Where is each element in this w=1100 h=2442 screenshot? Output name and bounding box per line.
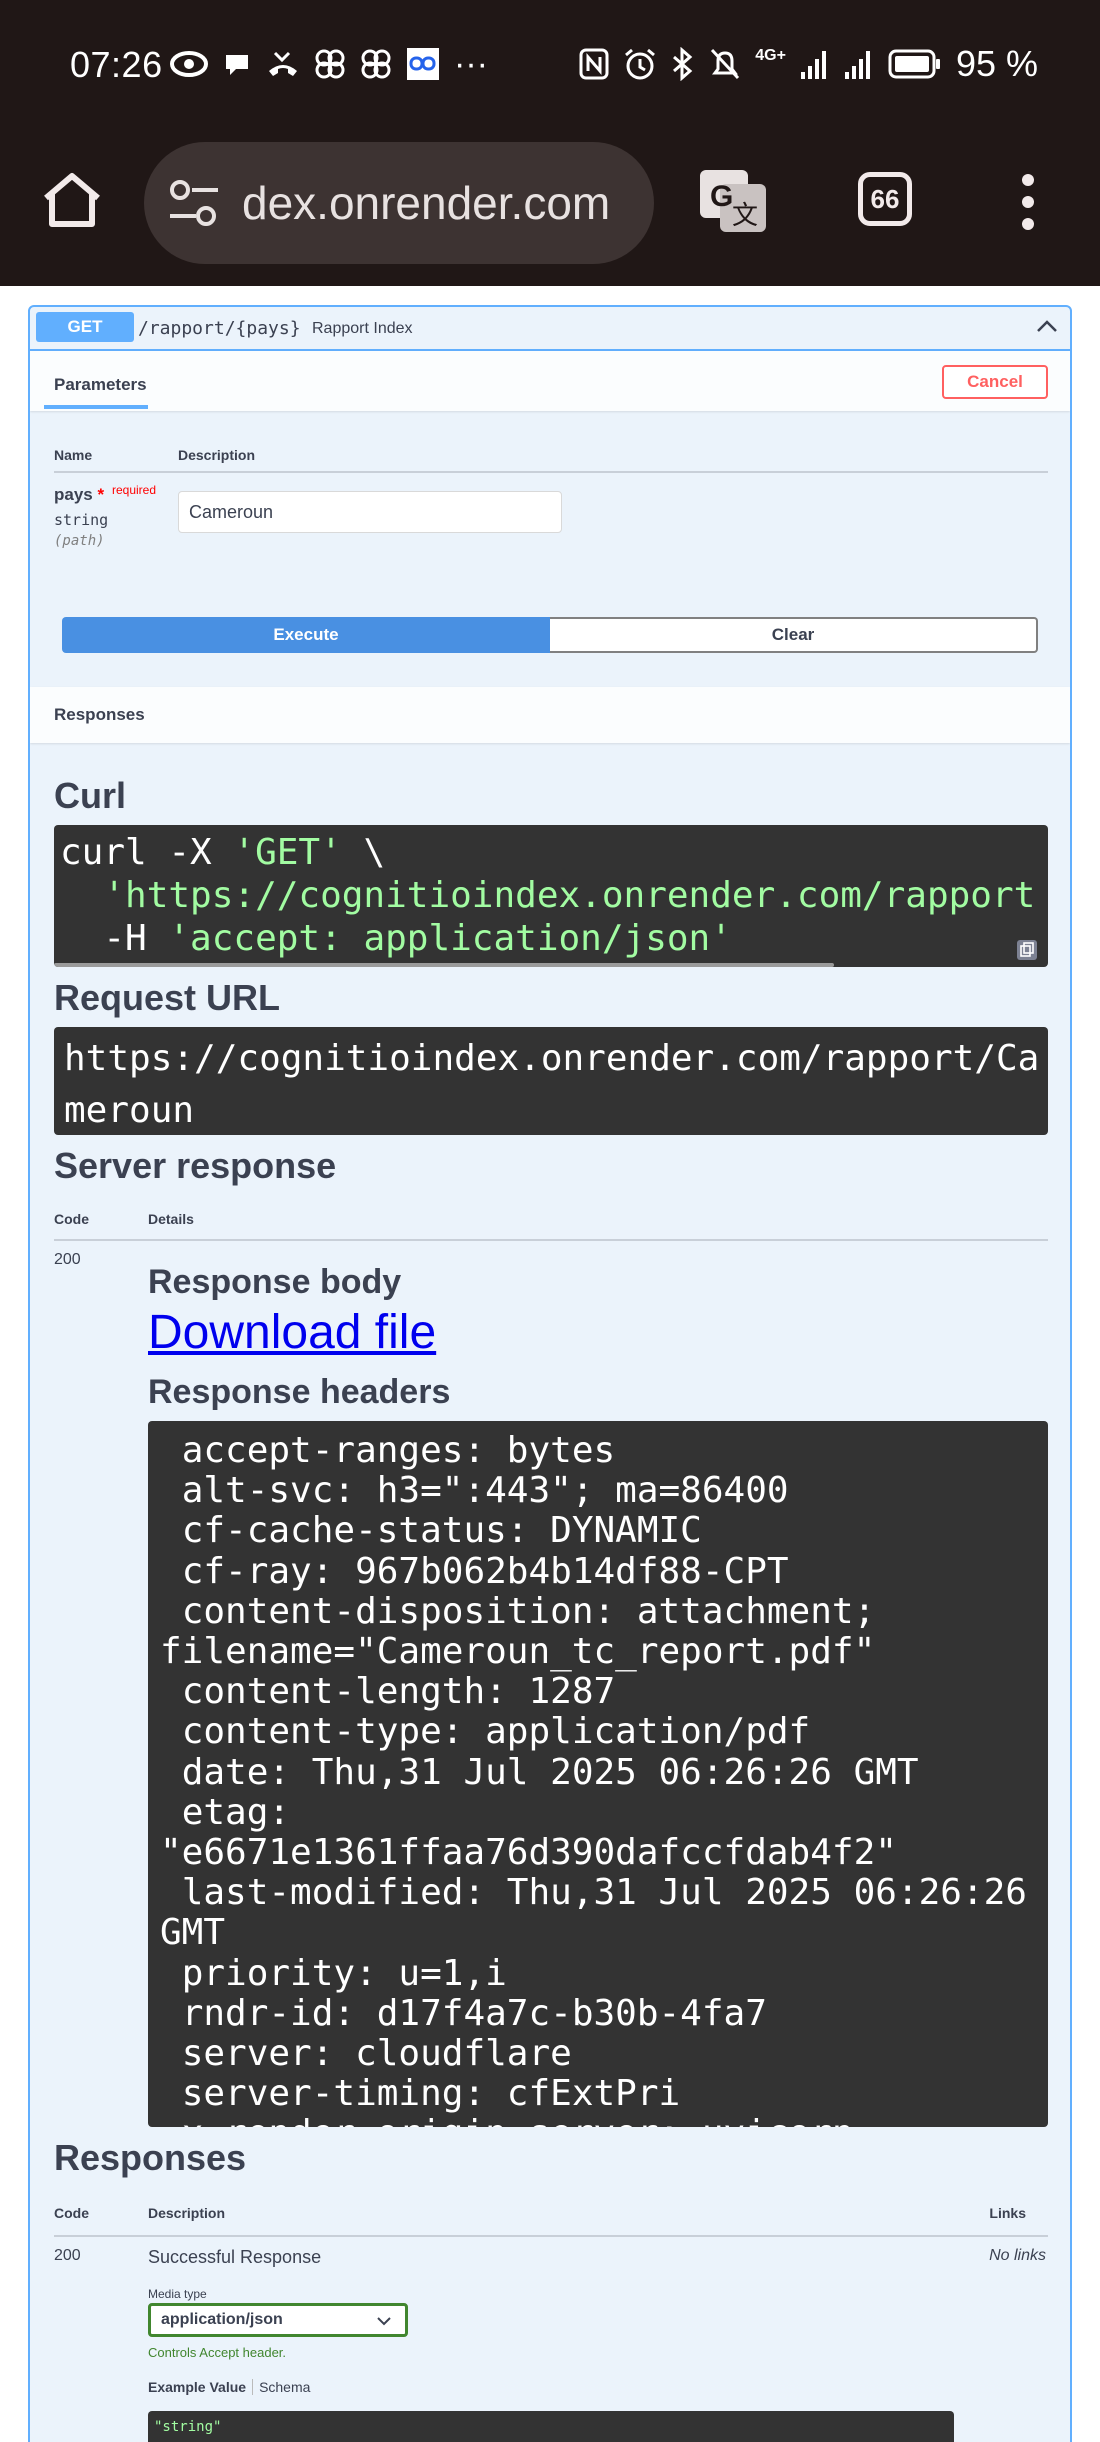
address-bar[interactable]: dex.onrender.com xyxy=(144,142,654,264)
response-headers-block: accept-ranges: bytes alt-svc: h3=":443";… xyxy=(148,1421,1048,2127)
operation-summary[interactable]: GET /rapport/{pays} Rapport Index xyxy=(30,307,1070,351)
bluetooth-icon xyxy=(673,47,693,81)
response-code: 200 xyxy=(54,2247,81,2264)
param-location: (path) xyxy=(54,533,105,549)
battery-percent: 95 % xyxy=(955,43,1038,84)
curl-command: curl -X 'GET' \ 'https://cognitioindex.o… xyxy=(60,831,1035,960)
browser-toolbar: dex.onrender.com G文 66 xyxy=(0,132,1100,286)
parameters-table-header: Name Description xyxy=(54,433,1048,473)
curl-method: 'GET' xyxy=(233,832,342,873)
request-url-title: Request URL xyxy=(54,977,281,1018)
more-vert-icon[interactable] xyxy=(1010,172,1046,232)
response-description: Successful Response xyxy=(148,2247,322,2267)
curl-code-block: curl -X 'GET' \ 'https://cognitioindex.o… xyxy=(54,825,1048,967)
svg-text:文: 文 xyxy=(732,200,758,230)
active-tab-indicator xyxy=(44,405,148,409)
response-headers-text: accept-ranges: bytes alt-svc: h3=":443";… xyxy=(160,1430,1027,2127)
method-badge: GET xyxy=(36,312,134,342)
server-response-title: Server response xyxy=(54,1145,337,1186)
chevron-down-icon xyxy=(377,2317,391,2326)
required-label: required xyxy=(112,483,157,497)
translate-icon[interactable]: G文 xyxy=(698,168,768,234)
more-notifications-indicator: ··· xyxy=(454,44,488,83)
tab-switcher-button[interactable]: 66 xyxy=(858,172,912,226)
required-star: * xyxy=(97,485,105,504)
request-url-value: https://cognitioindex.onrender.com/rappo… xyxy=(64,1038,1040,1131)
network-type-label: 4G+ xyxy=(755,47,786,64)
link-app-icon xyxy=(407,48,439,80)
eye-icon xyxy=(170,51,208,77)
copy-icon[interactable] xyxy=(1016,939,1038,961)
curl-cmd: curl -X xyxy=(60,832,234,873)
silent-icon xyxy=(711,48,740,80)
col-code: Code xyxy=(54,2205,89,2221)
curl-url: 'https://cognitioindex.onrender.com/rapp… xyxy=(60,875,1036,916)
site-settings-icon[interactable] xyxy=(168,178,220,228)
responses-header-title: Responses xyxy=(54,705,145,724)
col-code: Code xyxy=(54,1211,89,1227)
curl-header-value: 'accept: application/json' xyxy=(168,918,732,959)
notification-icons: ··· xyxy=(170,44,488,84)
no-links-text: No links xyxy=(989,2247,1046,2264)
battery-icon xyxy=(888,49,940,79)
tab-separator xyxy=(252,2379,254,2395)
col-name: Name xyxy=(54,447,93,463)
operation-block: GET /rapport/{pays} Rapport Index Parame… xyxy=(28,305,1072,2442)
responses-table-header: Code Description Links xyxy=(54,2191,1048,2237)
cancel-button[interactable]: Cancel xyxy=(942,365,1048,399)
tab-parameters[interactable]: Parameters xyxy=(54,375,147,395)
col-details: Details xyxy=(148,1211,194,1227)
signal-icon xyxy=(844,51,870,79)
alarm-icon xyxy=(625,48,656,80)
param-type: string xyxy=(54,511,109,529)
clear-button[interactable]: Clear xyxy=(550,617,1038,653)
media-type-value: application/json xyxy=(161,2311,283,2328)
controls-accept-note: Controls Accept header. xyxy=(148,2345,287,2360)
request-url-block: https://cognitioindex.onrender.com/rappo… xyxy=(54,1027,1048,1135)
response-status-code: 200 xyxy=(54,1251,81,1268)
example-tabs: Example Value Schema xyxy=(148,2379,310,2395)
missed-call-icon xyxy=(269,51,297,76)
media-type-label: Media type xyxy=(148,2287,207,2301)
parameters-header: Parameters Cancel xyxy=(30,351,1070,411)
pinwheel-icon xyxy=(361,49,391,79)
nfc-icon xyxy=(579,48,609,80)
signal-icon xyxy=(800,51,826,79)
media-type-select[interactable]: application/json xyxy=(148,2303,408,2337)
example-value-text: "string" xyxy=(154,2419,222,2435)
col-description: Description xyxy=(178,447,256,463)
param-name: pays * xyxy=(54,485,104,505)
server-response-table-header: Code Details xyxy=(54,1197,1048,1241)
horizontal-scrollbar[interactable] xyxy=(54,963,834,967)
example-value-block: "string" xyxy=(148,2411,954,2442)
pinwheel-icon xyxy=(315,49,345,79)
curl-continuation: \ xyxy=(341,832,386,873)
execute-button[interactable]: Execute xyxy=(62,617,550,653)
param-name-text: pays xyxy=(54,485,93,504)
curl-header-flag: -H xyxy=(60,918,169,959)
system-icons: 4G+ 95 % xyxy=(579,43,1038,84)
col-description: Description xyxy=(148,2205,226,2221)
download-file-link[interactable]: Download file xyxy=(148,1305,436,1360)
response-headers-title: Response headers xyxy=(148,1373,451,1411)
home-icon[interactable] xyxy=(40,168,104,232)
pays-input[interactable]: Cameroun xyxy=(178,491,562,533)
tab-example-value[interactable]: Example Value xyxy=(148,2379,246,2395)
status-bar: 07:26 ··· 4G+ 95 % xyxy=(0,0,1100,132)
operation-summary-text: Rapport Index xyxy=(312,320,413,337)
svg-text:G: G xyxy=(710,180,733,213)
tab-schema[interactable]: Schema xyxy=(259,2379,310,2395)
chevron-up-icon[interactable] xyxy=(1036,317,1058,337)
responses-title: Responses xyxy=(54,2137,247,2178)
url-text[interactable]: dex.onrender.com xyxy=(242,176,638,230)
response-body-title: Response body xyxy=(148,1263,402,1301)
col-links: Links xyxy=(989,2205,1026,2221)
operation-path: /rapport/{pays} xyxy=(138,318,301,339)
responses-header: Responses xyxy=(30,687,1070,743)
execute-wrapper: Execute Clear xyxy=(62,617,1038,653)
chat-bubble-icon xyxy=(226,55,248,75)
curl-title: Curl xyxy=(54,775,126,816)
status-time: 07:26 xyxy=(70,44,163,85)
